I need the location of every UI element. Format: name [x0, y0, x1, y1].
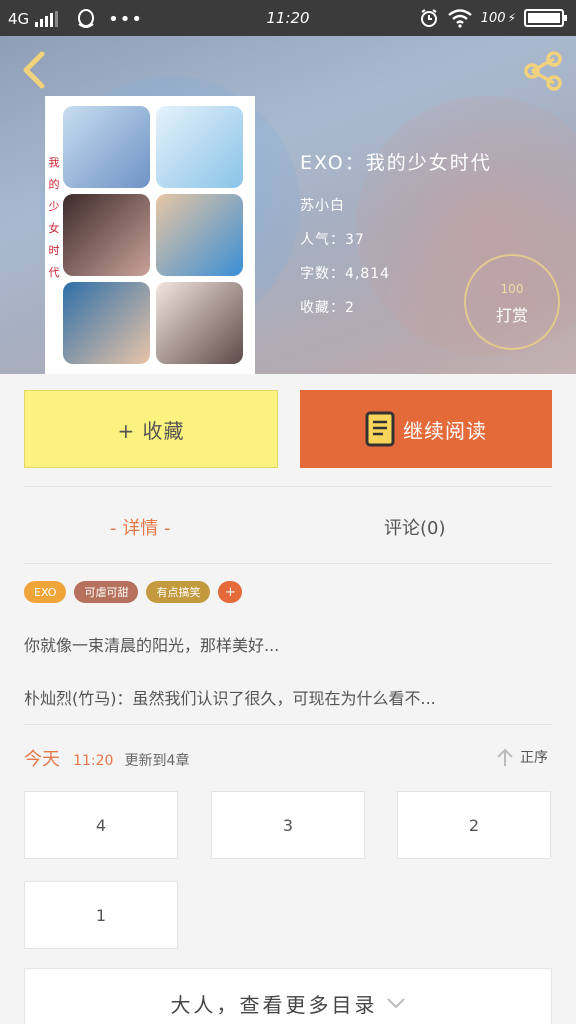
- back-icon[interactable]: [14, 48, 54, 92]
- continue-reading-label: 继续阅读: [403, 418, 487, 443]
- book-cover: 我的少女时代: [45, 96, 255, 374]
- tab-detail[interactable]: - 详情 -: [110, 514, 170, 540]
- continue-reading-button[interactable]: 继续阅读: [300, 390, 552, 468]
- alarm-icon: [420, 9, 437, 27]
- battery-percent: 100: [480, 10, 506, 26]
- cover-photo: [156, 282, 243, 364]
- chapter-button[interactable]: 1: [24, 881, 178, 949]
- description-line[interactable]: 朴灿烈(竹马)：虽然我们认识了很久，可现在为什么看不...: [24, 685, 552, 709]
- cover-photo: [63, 282, 150, 364]
- detail-tabs: - 详情 - 评论(0): [24, 488, 552, 564]
- cover-title-char: 的: [48, 178, 60, 191]
- view-more-chapters-button[interactable]: 大人，查看更多目录: [24, 968, 552, 1024]
- update-chapters: 更新到4章: [124, 753, 190, 769]
- book-icon: [365, 411, 395, 447]
- chevron-down-icon: [386, 998, 405, 1009]
- sort-label: 正序: [520, 750, 548, 766]
- divider: [24, 724, 552, 725]
- battery-icon: [524, 9, 567, 27]
- wifi-icon: [447, 9, 472, 28]
- book-title: EXO：我的少女时代: [300, 152, 492, 174]
- chapter-button[interactable]: 4: [24, 791, 178, 859]
- cover-title-vertical: 我的少女时代: [47, 152, 61, 284]
- cover-title-char: 我: [48, 156, 60, 169]
- book-popularity: 人气：37: [300, 232, 365, 248]
- view-more-label: 大人，查看更多目录: [170, 992, 378, 1017]
- chapter-button[interactable]: 2: [397, 791, 551, 859]
- reward-button[interactable]: 100 打赏: [464, 254, 560, 350]
- add-tag-button[interactable]: +: [218, 581, 243, 603]
- reward-label: 打赏: [495, 306, 528, 325]
- description-line: 你就像一束清晨的阳光，那样美好...: [24, 636, 280, 655]
- sort-button[interactable]: 正序: [496, 747, 548, 767]
- favorite-label: + 收藏: [117, 418, 185, 443]
- arrow-up-icon: [497, 748, 513, 766]
- book-word-count: 字数：4,814: [300, 266, 391, 282]
- book-header: 我的少女时代 EXO：我的少女时代 苏小白 人气：37 字数：4,814 收藏：…: [0, 36, 576, 374]
- divider: [24, 563, 552, 564]
- book-favorites: 收藏：2: [300, 300, 355, 316]
- cover-photo: [63, 194, 150, 276]
- tag-badge[interactable]: 可虐可甜: [74, 581, 139, 603]
- share-icon[interactable]: [520, 48, 566, 94]
- status-bar: 4G ••• 11:20 100 ⚡: [0, 0, 576, 36]
- reward-amount: 100: [500, 282, 524, 296]
- cover-title-char: 时: [48, 244, 60, 257]
- book-author[interactable]: 苏小白: [300, 195, 492, 215]
- book-info: EXO：我的少女时代 苏小白 人气：37 字数：4,814 收藏：2: [300, 148, 492, 331]
- cover-photo: [156, 106, 243, 188]
- charging-icon: ⚡: [507, 11, 516, 25]
- favorite-button[interactable]: + 收藏: [24, 390, 278, 468]
- tag-badge[interactable]: EXO: [24, 581, 67, 603]
- update-day: 今天: [24, 749, 60, 770]
- cover-title-char: 少: [48, 200, 60, 213]
- divider: [24, 486, 552, 487]
- cover-photo: [156, 194, 243, 276]
- cover-title-char: 代: [48, 266, 60, 279]
- tag-badge[interactable]: 有点搞笑: [146, 581, 211, 603]
- tag-list: EXO 可虐可甜 有点搞笑 +: [24, 581, 243, 603]
- tab-comments[interactable]: 评论(0): [384, 514, 446, 540]
- cover-title-char: 女: [48, 222, 60, 235]
- chapter-button[interactable]: 3: [211, 791, 365, 859]
- cover-photo: [63, 106, 150, 188]
- update-info: 今天 11:20 更新到4章 正序: [24, 745, 552, 773]
- update-time: 11:20: [73, 753, 114, 769]
